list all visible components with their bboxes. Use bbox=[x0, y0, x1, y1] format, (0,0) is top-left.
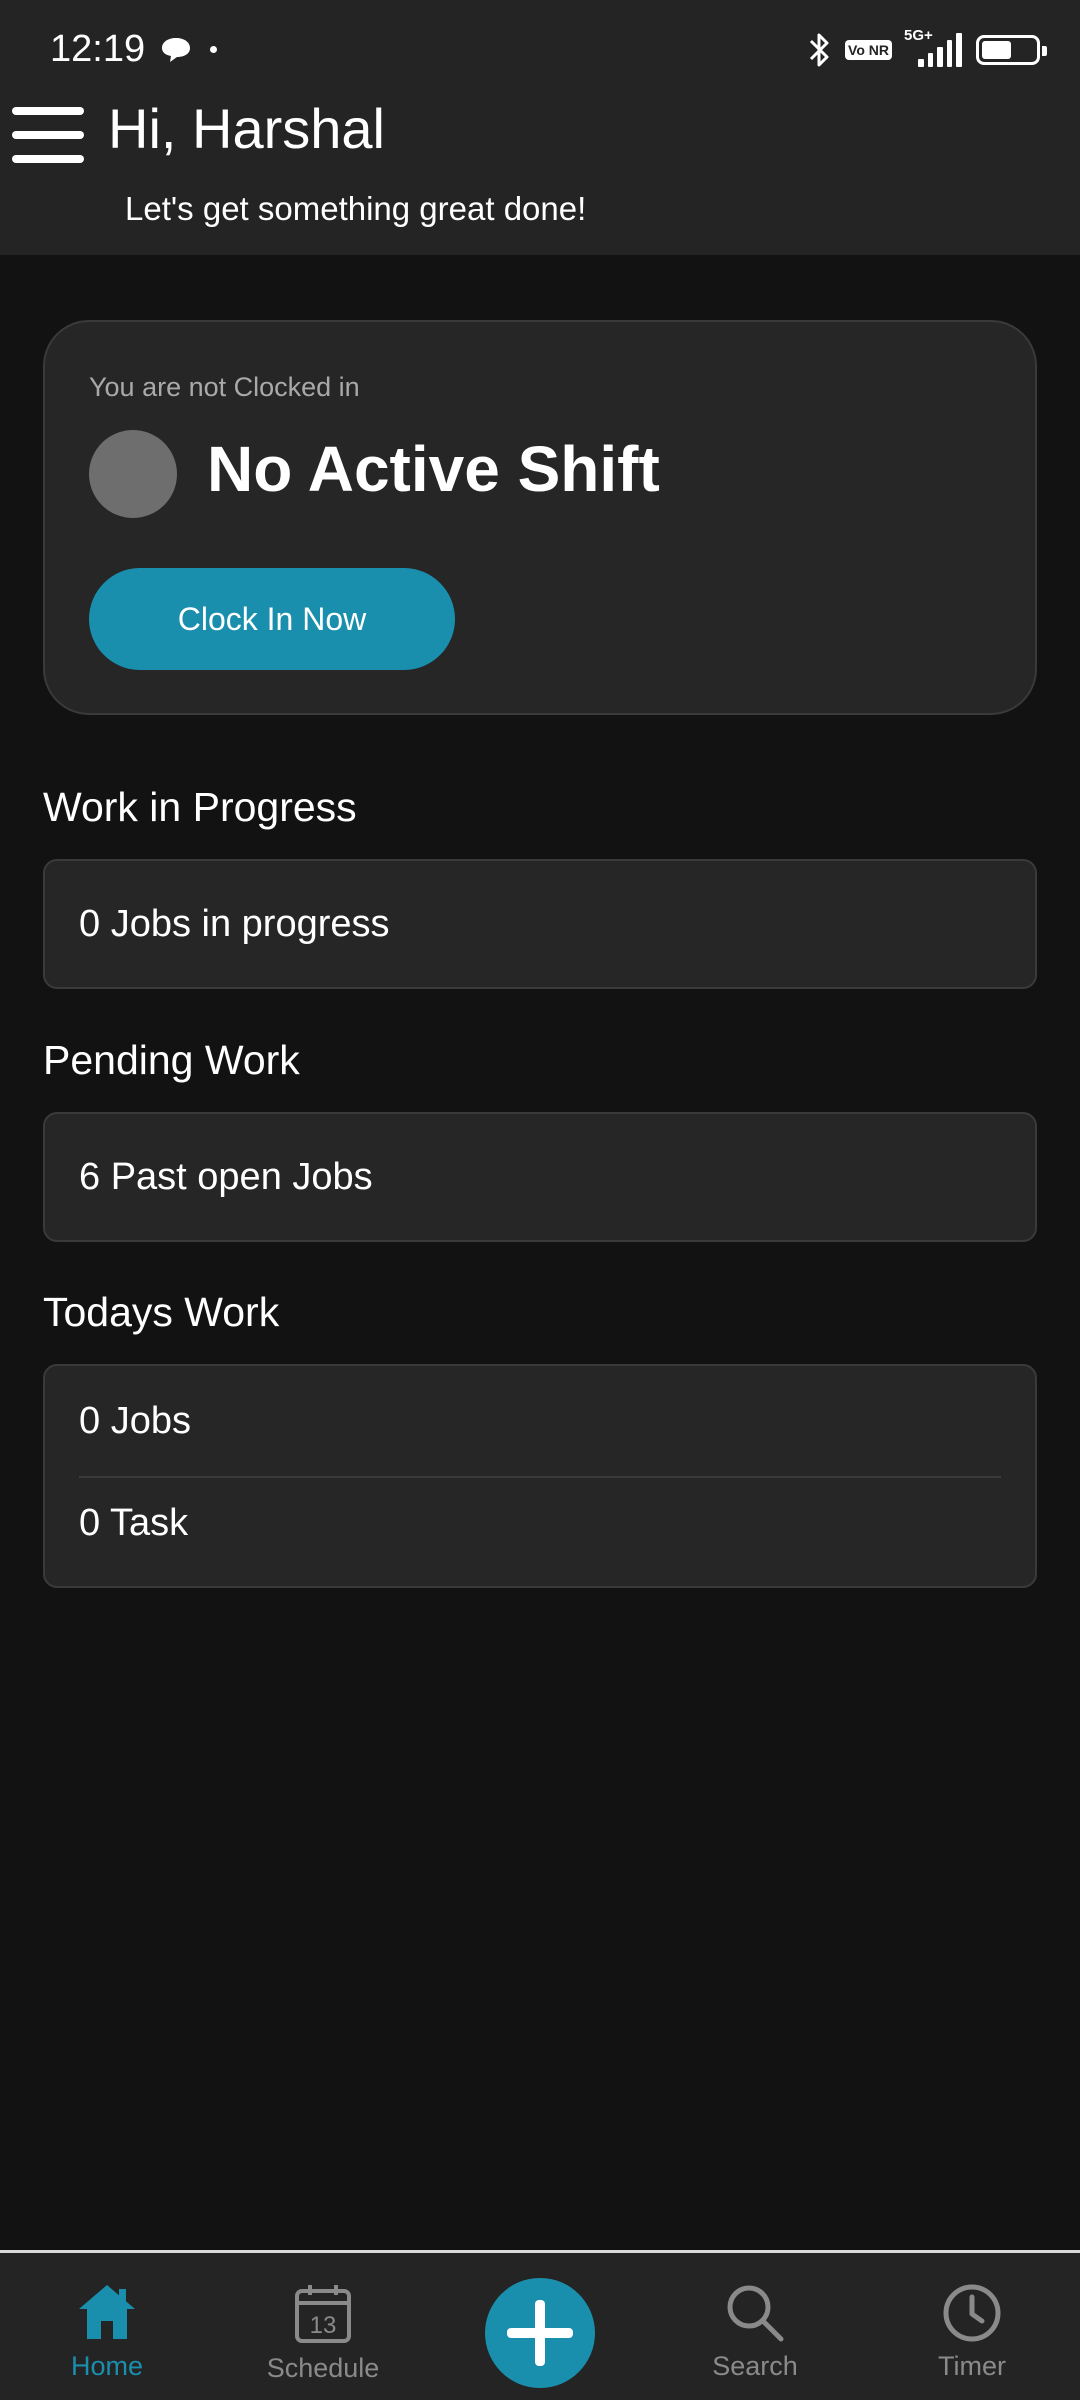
shift-title: No Active Shift bbox=[207, 433, 660, 505]
work-in-progress-title: Work in Progress bbox=[43, 784, 357, 830]
pending-work-title: Pending Work bbox=[43, 1037, 300, 1083]
nav-home[interactable]: Home bbox=[17, 2253, 197, 2400]
todays-task-row[interactable]: 0 Task bbox=[45, 1478, 1035, 1572]
home-screen: 12:19 Vo NR 5G+ Hi, Harshal Let's get so… bbox=[0, 0, 1080, 2400]
work-in-progress-card[interactable]: 0 Jobs in progress bbox=[43, 859, 1037, 989]
greeting-title: Hi, Harshal bbox=[108, 97, 385, 160]
signal-icon: 5G+ bbox=[904, 27, 962, 67]
hamburger-menu-icon[interactable] bbox=[12, 105, 84, 165]
nav-search-label: Search bbox=[712, 2351, 798, 2381]
search-icon bbox=[727, 2285, 784, 2342]
battery-level bbox=[982, 41, 1011, 59]
nav-search[interactable]: Search bbox=[665, 2253, 845, 2400]
shift-card: You are not Clocked in No Active Shift C… bbox=[43, 320, 1037, 715]
shift-status-indicator bbox=[89, 430, 177, 518]
pending-work-card[interactable]: 6 Past open Jobs bbox=[43, 1112, 1037, 1242]
status-time: 12:19 bbox=[50, 28, 146, 70]
nav-home-label: Home bbox=[70, 2351, 144, 2381]
status-bar: 12:19 Vo NR 5G+ bbox=[0, 0, 1080, 100]
jobs-in-progress-row[interactable]: 0 Jobs in progress bbox=[45, 861, 1035, 987]
notification-dot bbox=[210, 46, 217, 53]
past-open-jobs-row[interactable]: 6 Past open Jobs bbox=[45, 1114, 1035, 1240]
home-icon bbox=[79, 2285, 135, 2339]
todays-jobs-row[interactable]: 0 Jobs bbox=[45, 1366, 1035, 1476]
todays-work-card: 0 Jobs 0 Task bbox=[43, 1364, 1037, 1588]
network-type: 5G+ bbox=[904, 27, 933, 44]
calendar-day: 13 bbox=[310, 2312, 337, 2339]
clock-icon bbox=[943, 2284, 1001, 2342]
battery-icon bbox=[976, 35, 1047, 65]
greeting-subtitle: Let's get something great done! bbox=[125, 190, 587, 227]
chat-icon bbox=[162, 38, 190, 62]
status-icons: Vo NR 5G+ bbox=[807, 27, 1047, 72]
calendar-icon: 13 bbox=[295, 2285, 351, 2343]
todays-work-title: Todays Work bbox=[43, 1289, 280, 1335]
clock-status-text: You are not Clocked in bbox=[89, 372, 360, 402]
volte-badge: Vo NR bbox=[845, 40, 892, 60]
add-plus-button[interactable] bbox=[485, 2278, 595, 2388]
nav-schedule-label: Schedule bbox=[266, 2353, 380, 2383]
bluetooth-icon bbox=[809, 33, 829, 67]
nav-timer-label: Timer bbox=[938, 2351, 1006, 2381]
nav-timer[interactable]: Timer bbox=[882, 2253, 1062, 2400]
clock-in-button[interactable]: Clock In Now bbox=[89, 568, 455, 670]
nav-schedule[interactable]: 13 Schedule bbox=[233, 2253, 413, 2400]
bottom-navigation: Home 13 Schedule Search Timer bbox=[0, 2250, 1080, 2400]
app-header: 12:19 Vo NR 5G+ Hi, Harshal Let's get so… bbox=[0, 0, 1080, 255]
